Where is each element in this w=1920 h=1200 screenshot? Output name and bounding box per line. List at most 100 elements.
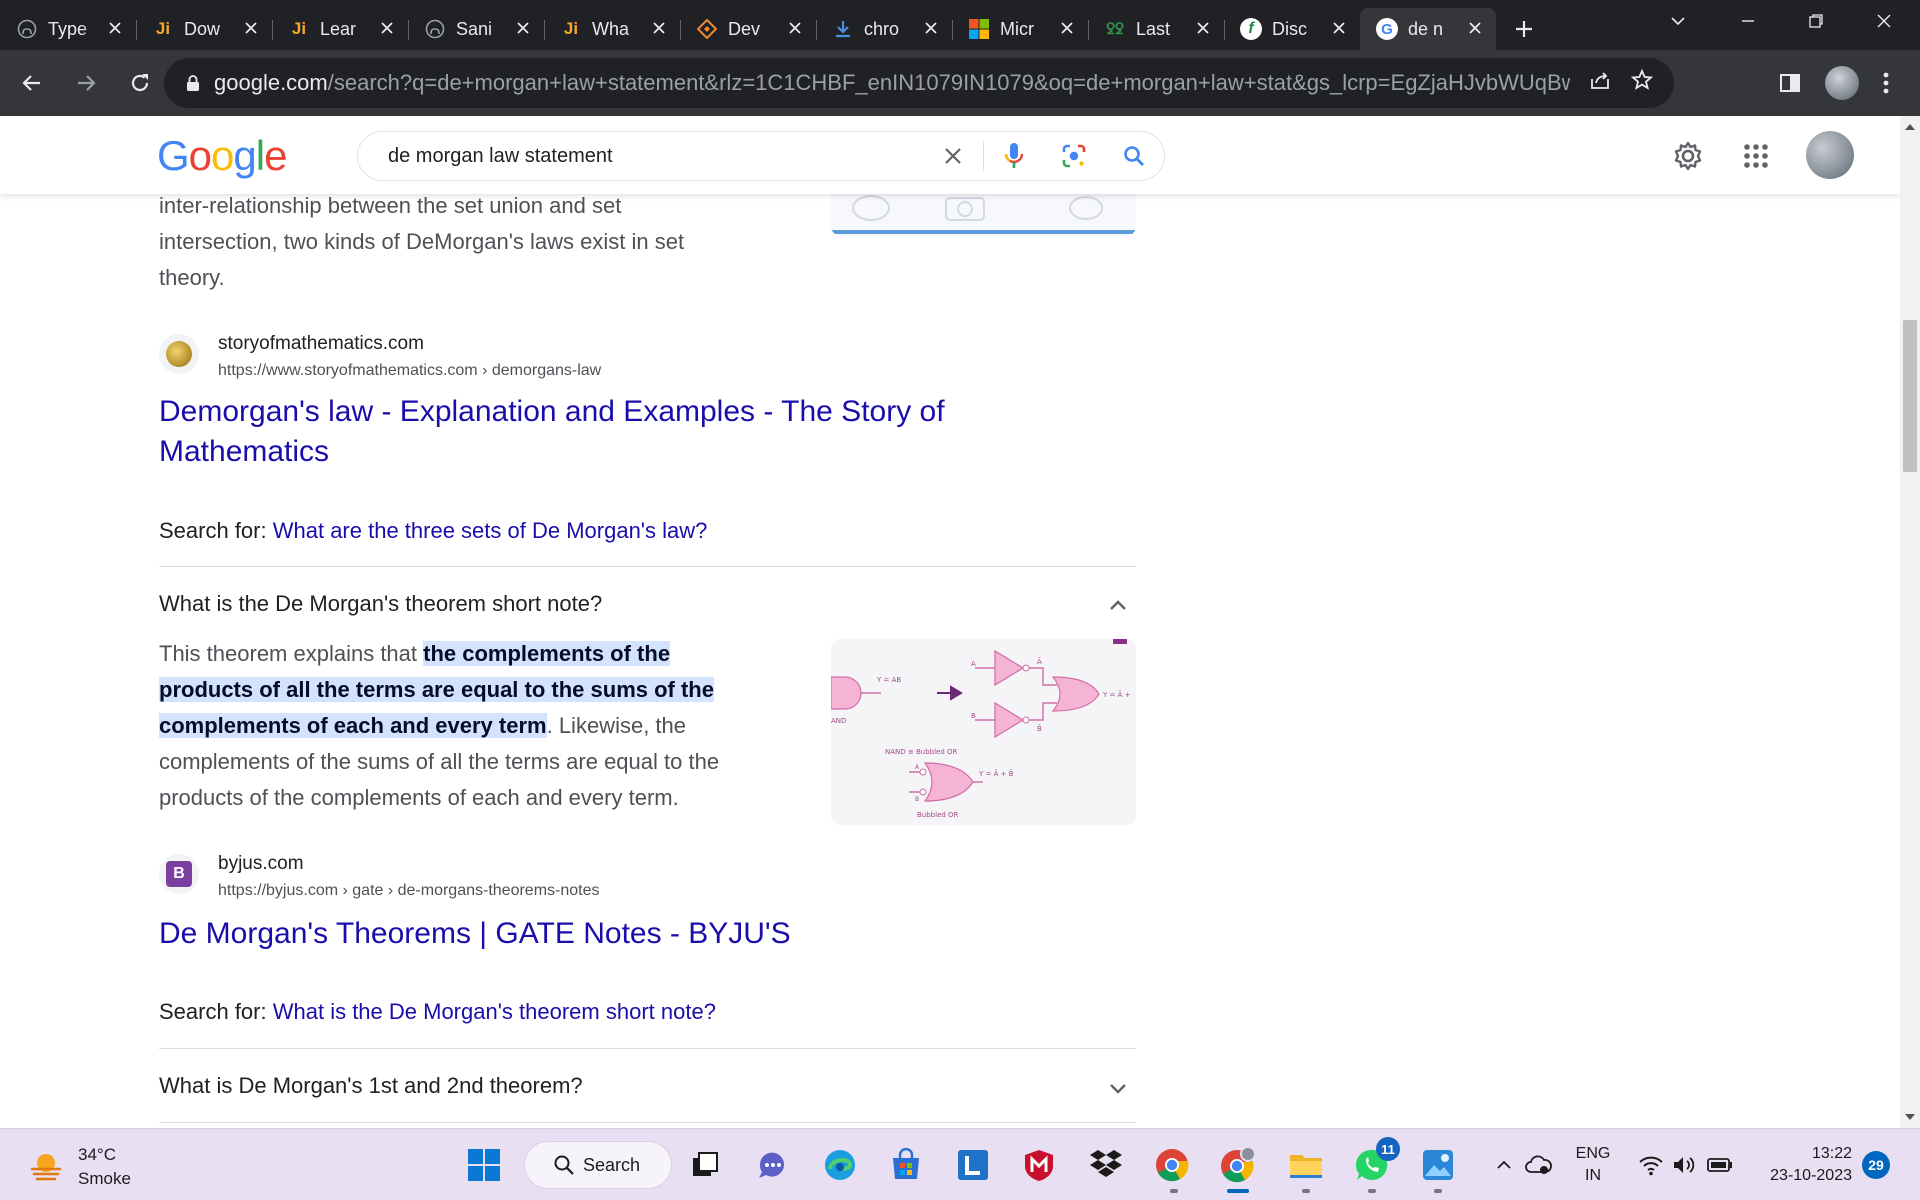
scroll-up-arrow-icon[interactable] bbox=[1905, 124, 1915, 130]
page-scrollbar[interactable] bbox=[1900, 116, 1920, 1128]
bookmark-star-icon[interactable] bbox=[1630, 68, 1654, 98]
tab-close-icon[interactable] bbox=[1192, 18, 1214, 41]
related-search-row: Search for: What are the three sets of D… bbox=[159, 518, 707, 544]
tab-close-icon[interactable] bbox=[1464, 18, 1486, 41]
clear-search-icon[interactable] bbox=[923, 131, 983, 181]
teams-chat-icon[interactable] bbox=[750, 1143, 794, 1187]
github-icon bbox=[16, 18, 38, 40]
share-icon[interactable] bbox=[1588, 68, 1612, 98]
settings-gear-icon[interactable] bbox=[1670, 138, 1706, 174]
task-view-icon[interactable] bbox=[683, 1143, 727, 1187]
search-box[interactable]: de morgan law statement bbox=[357, 131, 1165, 181]
chevron-up-icon[interactable] bbox=[1106, 594, 1130, 618]
snippet-thumbnail-image[interactable] bbox=[831, 194, 1136, 236]
tab-close-icon[interactable] bbox=[1328, 18, 1350, 41]
tab-close-icon[interactable] bbox=[648, 18, 670, 41]
address-bar[interactable]: google.com/search?q=de+morgan+law+statem… bbox=[164, 58, 1674, 108]
tab-close-icon[interactable] bbox=[104, 18, 126, 41]
close-window-button[interactable] bbox=[1848, 0, 1920, 42]
result-title-line[interactable]: Mathematics bbox=[159, 432, 979, 472]
windows-start-icon[interactable] bbox=[462, 1143, 506, 1187]
lock-icon[interactable] bbox=[184, 74, 202, 92]
faq-question[interactable]: What is the De Morgan's theorem short no… bbox=[159, 591, 602, 617]
google-logo[interactable]: Google bbox=[157, 132, 287, 180]
storyofmathematics-favicon[interactable] bbox=[159, 334, 199, 374]
whatsapp-icon[interactable]: 11 bbox=[1350, 1137, 1400, 1187]
search-submit-icon[interactable] bbox=[1104, 131, 1164, 181]
clock[interactable]: 13:22 23-10-2023 bbox=[1744, 1143, 1852, 1187]
google-account-avatar[interactable] bbox=[1806, 131, 1854, 179]
browser-tab[interactable]: Dev bbox=[680, 8, 816, 50]
result-site-name[interactable]: storyofmathematics.com bbox=[218, 333, 424, 355]
browser-tab[interactable]: Ji Wha bbox=[544, 8, 680, 50]
back-button[interactable] bbox=[10, 61, 54, 105]
logo-letter: e bbox=[264, 132, 287, 179]
browser-tab[interactable]: Ji Dow bbox=[136, 8, 272, 50]
browser-tab[interactable]: Ji Lear bbox=[272, 8, 408, 50]
tab-close-icon[interactable] bbox=[512, 18, 534, 41]
google-apps-grid-icon[interactable] bbox=[1738, 138, 1774, 174]
profile-avatar[interactable] bbox=[1822, 58, 1862, 108]
dropbox-icon[interactable] bbox=[1084, 1143, 1128, 1187]
language-code: ENG bbox=[1575, 1145, 1611, 1162]
answer-highlight: products of all the terms are equal to t… bbox=[159, 677, 714, 702]
tab-close-icon[interactable] bbox=[1056, 18, 1078, 41]
browser-tab[interactable]: f Disc bbox=[1224, 8, 1360, 50]
voice-search-icon[interactable] bbox=[984, 131, 1044, 181]
tab-close-icon[interactable] bbox=[240, 18, 262, 41]
haze-sun-icon bbox=[30, 1154, 62, 1181]
js-icon: Ji bbox=[563, 19, 579, 38]
browser-tab[interactable]: ꝿꝿ Last bbox=[1088, 8, 1224, 50]
edge-browser-icon[interactable] bbox=[818, 1143, 862, 1187]
logo-letter: o bbox=[211, 132, 234, 179]
browser-tab[interactable]: Gde n bbox=[1360, 8, 1496, 50]
new-tab-button[interactable] bbox=[1504, 8, 1544, 50]
reload-button[interactable] bbox=[118, 61, 162, 105]
forward-button[interactable] bbox=[64, 61, 108, 105]
result-title-link[interactable]: De Morgan's Theorems | GATE Notes - BYJU… bbox=[159, 914, 979, 954]
weather-widget[interactable]: 34°C Smoke bbox=[28, 1143, 131, 1191]
logic-gate-diagram-image[interactable]: Y = AB AND A B Ā B̄ Y = Ā + NAND ≡ Bubbl… bbox=[831, 639, 1136, 825]
volume-icon[interactable] bbox=[1664, 1143, 1704, 1187]
result-title-line[interactable]: Demorgan's law - Explanation and Example… bbox=[159, 392, 979, 432]
mcafee-icon[interactable] bbox=[1017, 1143, 1061, 1187]
chrome-icon[interactable] bbox=[1150, 1143, 1194, 1187]
result-site-name[interactable]: byjus.com bbox=[218, 853, 304, 875]
browser-tab[interactable]: Sani bbox=[408, 8, 544, 50]
diagram-label: NAND ≡ Bubbled OR bbox=[885, 748, 958, 756]
browser-tab[interactable]: Micr bbox=[952, 8, 1088, 50]
browser-tab[interactable]: Type bbox=[0, 8, 136, 50]
byjus-favicon[interactable]: B bbox=[159, 854, 199, 894]
chrome-profile-icon[interactable] bbox=[1216, 1143, 1260, 1187]
url-text[interactable]: google.com/search?q=de+morgan+law+statem… bbox=[214, 70, 1570, 96]
result-site-url[interactable]: https://www.storyofmathematics.com › dem… bbox=[218, 362, 601, 380]
file-explorer-icon[interactable] bbox=[1284, 1143, 1328, 1187]
browser-tab[interactable]: chro bbox=[816, 8, 952, 50]
tab-close-icon[interactable] bbox=[376, 18, 398, 41]
restore-button[interactable] bbox=[1780, 0, 1852, 42]
minimize-button[interactable] bbox=[1712, 0, 1784, 42]
search-query-text[interactable]: de morgan law statement bbox=[388, 145, 923, 168]
related-search-link[interactable]: What are the three sets of De Morgan's l… bbox=[273, 518, 708, 543]
lens-search-icon[interactable] bbox=[1044, 131, 1104, 181]
scroll-down-arrow-icon[interactable] bbox=[1905, 1114, 1915, 1120]
tab-close-icon[interactable] bbox=[784, 18, 806, 41]
faq-question[interactable]: What is De Morgan's 1st and 2nd theorem? bbox=[159, 1073, 583, 1099]
related-search-link[interactable]: What is the De Morgan's theorem short no… bbox=[273, 999, 716, 1024]
microsoft-store-icon[interactable] bbox=[884, 1143, 928, 1187]
result-title-link[interactable]: Demorgan's law - Explanation and Example… bbox=[159, 392, 979, 472]
lens-app-icon[interactable] bbox=[951, 1143, 995, 1187]
chrome-menu-icon[interactable] bbox=[1866, 58, 1906, 108]
chevron-down-icon[interactable] bbox=[1106, 1076, 1130, 1100]
notification-count-badge[interactable]: 29 bbox=[1862, 1151, 1890, 1179]
tab-close-icon[interactable] bbox=[920, 18, 942, 41]
battery-icon[interactable] bbox=[1700, 1143, 1740, 1187]
taskbar-search-box[interactable]: Search bbox=[524, 1141, 672, 1189]
tab-search-chevron-icon[interactable] bbox=[1642, 0, 1714, 42]
side-panel-icon[interactable] bbox=[1768, 58, 1812, 108]
photos-app-icon[interactable] bbox=[1416, 1143, 1460, 1187]
language-indicator[interactable]: ENG IN bbox=[1566, 1143, 1620, 1187]
result-site-url[interactable]: https://byjus.com › gate › de-morgans-th… bbox=[218, 882, 600, 900]
scrollbar-thumb[interactable] bbox=[1903, 320, 1917, 472]
onedrive-cloud-icon[interactable] bbox=[1518, 1143, 1558, 1187]
